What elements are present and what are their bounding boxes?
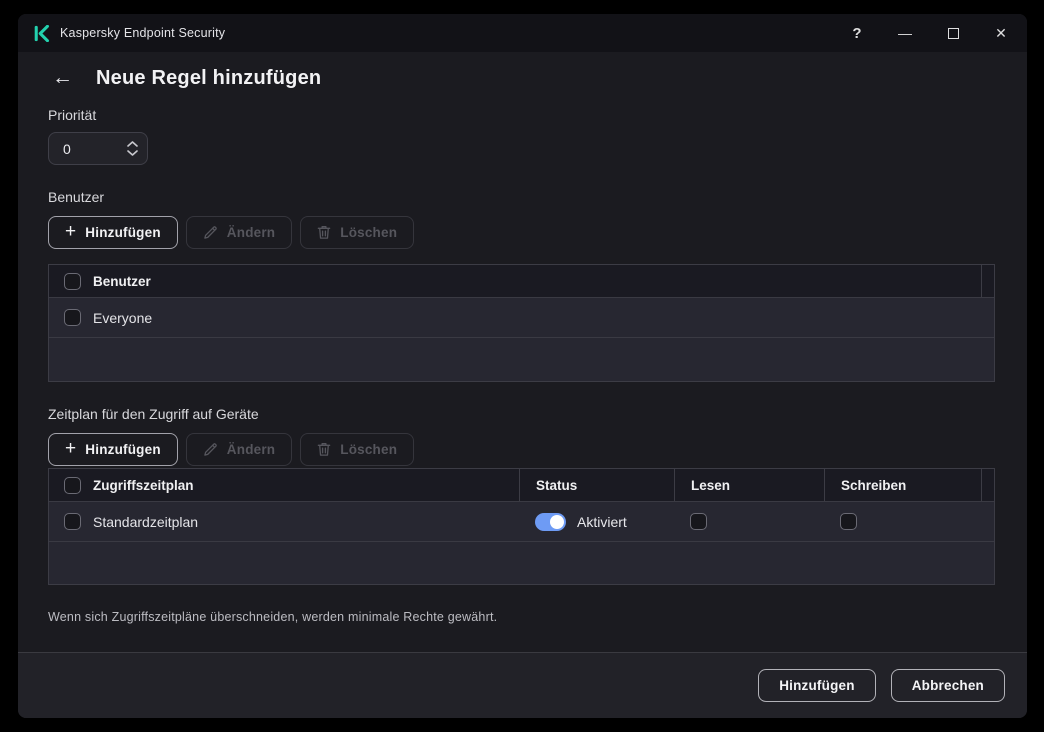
schedule-edit-button[interactable]: Ändern bbox=[185, 433, 293, 466]
help-icon[interactable]: ? bbox=[833, 14, 881, 52]
status-column-header: Status bbox=[536, 477, 578, 493]
status-label: Aktiviert bbox=[577, 513, 627, 530]
add-rule-button[interactable]: Hinzufügen bbox=[758, 669, 876, 702]
users-table-empty-area bbox=[49, 337, 994, 381]
schedule-table: Zugriffszeitplan Status Lesen Schreiben … bbox=[48, 468, 995, 585]
cancel-button[interactable]: Abbrechen bbox=[890, 669, 1005, 702]
schedule-select-all-checkbox[interactable] bbox=[64, 476, 81, 494]
pencil-icon bbox=[204, 226, 217, 239]
status-toggle[interactable] bbox=[535, 512, 566, 531]
user-name: Everyone bbox=[93, 309, 153, 326]
priority-stepper[interactable]: 0 bbox=[48, 132, 148, 165]
schedule-delete-label: Löschen bbox=[340, 442, 398, 457]
trash-icon bbox=[317, 226, 331, 239]
priority-value[interactable]: 0 bbox=[49, 141, 121, 157]
cancel-label: Abbrechen bbox=[911, 678, 984, 693]
schedule-table-header: Zugriffszeitplan Status Lesen Schreiben bbox=[49, 469, 994, 501]
app-title: Kaspersky Endpoint Security bbox=[60, 26, 226, 40]
users-select-all-checkbox[interactable] bbox=[64, 272, 81, 290]
spinner-up-icon[interactable] bbox=[126, 141, 138, 147]
pencil-icon bbox=[204, 443, 217, 456]
users-section-label: Benutzer bbox=[48, 189, 105, 205]
read-column-header: Lesen bbox=[691, 477, 731, 493]
schedule-add-label: Hinzufügen bbox=[85, 442, 161, 457]
title-bar: Kaspersky Endpoint Security ? — ✕ bbox=[18, 14, 1027, 52]
standard-schedule-checkbox[interactable] bbox=[64, 513, 81, 530]
write-checkbox[interactable] bbox=[840, 513, 857, 530]
users-toolbar: + Hinzufügen Ändern Löschen bbox=[48, 216, 995, 249]
schedule-table-empty-area bbox=[49, 541, 994, 584]
minimize-icon[interactable]: — bbox=[881, 14, 929, 52]
schedule-section-label: Zeitplan für den Zugriff auf Geräte bbox=[48, 406, 259, 422]
users-delete-button[interactable]: Löschen bbox=[300, 216, 415, 249]
schedule-column-header: Zugriffszeitplan bbox=[93, 477, 194, 493]
read-checkbox[interactable] bbox=[690, 513, 707, 530]
users-edit-label: Ändern bbox=[226, 225, 276, 240]
schedule-add-button[interactable]: + Hinzufügen bbox=[48, 433, 178, 466]
schedule-edit-label: Ändern bbox=[226, 442, 276, 457]
add-rule-label: Hinzufügen bbox=[779, 678, 855, 693]
maximize-icon[interactable] bbox=[929, 14, 977, 52]
dialog-footer: Hinzufügen Abbrechen bbox=[18, 652, 1027, 718]
dialog-content: ← Neue Regel hinzufügen Priorität 0 Benu… bbox=[18, 52, 1027, 652]
table-row[interactable]: Standardzeitplan Aktiviert bbox=[49, 501, 994, 541]
write-column-header: Schreiben bbox=[841, 477, 907, 493]
back-arrow-icon[interactable]: ← bbox=[52, 66, 78, 90]
priority-label: Priorität bbox=[48, 107, 97, 123]
schedule-delete-button[interactable]: Löschen bbox=[300, 433, 415, 466]
everyone-checkbox[interactable] bbox=[64, 309, 81, 326]
spinner-down-icon[interactable] bbox=[126, 150, 138, 156]
users-table-header: Benutzer bbox=[49, 265, 994, 297]
schedule-name: Standardzeitplan bbox=[93, 513, 199, 530]
app-window: Kaspersky Endpoint Security ? — ✕ ← Neue… bbox=[18, 14, 1027, 718]
overlap-note: Wenn sich Zugriffszeitpläne überschneide… bbox=[48, 610, 498, 624]
schedule-toolbar: + Hinzufügen Ändern Löschen bbox=[48, 433, 995, 466]
page-title: Neue Regel hinzufügen bbox=[96, 66, 322, 89]
users-add-button[interactable]: + Hinzufügen bbox=[48, 216, 178, 249]
kaspersky-logo-icon bbox=[32, 24, 50, 42]
users-column-header: Benutzer bbox=[93, 273, 151, 289]
plus-icon: + bbox=[65, 221, 77, 242]
users-delete-label: Löschen bbox=[340, 225, 398, 240]
trash-icon bbox=[317, 443, 331, 456]
users-edit-button[interactable]: Ändern bbox=[185, 216, 293, 249]
plus-icon: + bbox=[65, 438, 77, 459]
close-icon[interactable]: ✕ bbox=[977, 14, 1025, 52]
table-row[interactable]: Everyone bbox=[49, 297, 994, 337]
users-table: Benutzer Everyone bbox=[48, 264, 995, 382]
users-add-label: Hinzufügen bbox=[85, 225, 161, 240]
